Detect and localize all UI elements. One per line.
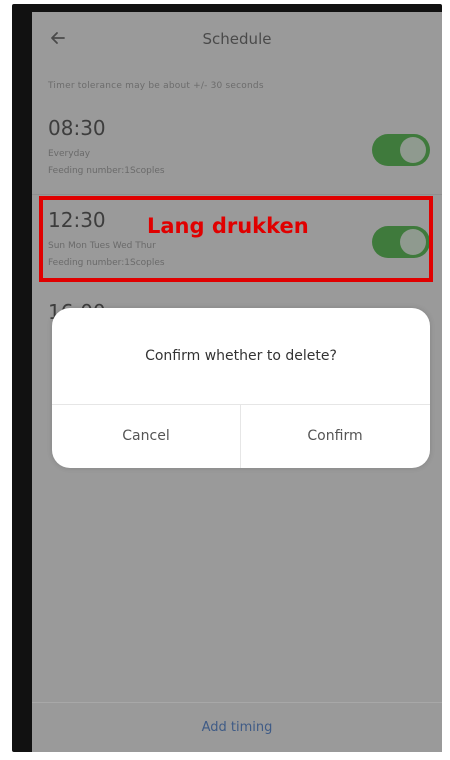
- confirm-button[interactable]: Confirm: [241, 404, 429, 468]
- dialog-message: Confirm whether to delete?: [145, 348, 337, 364]
- cancel-button[interactable]: Cancel: [52, 404, 240, 468]
- schedule-time: 08:30: [48, 116, 106, 140]
- tolerance-hint: Timer tolerance may be about +/- 30 seco…: [48, 81, 264, 91]
- long-press-annotation: Lang drukken: [147, 214, 309, 238]
- page-title: Schedule: [202, 30, 272, 48]
- add-timing-button[interactable]: Add timing: [32, 702, 442, 752]
- schedule-toggle[interactable]: [372, 134, 430, 166]
- schedule-days: Everyday: [48, 149, 91, 159]
- divider: [32, 194, 442, 195]
- long-press-highlight: [39, 196, 433, 282]
- toggle-knob: [400, 137, 426, 163]
- back-arrow-icon[interactable]: [46, 26, 70, 50]
- delete-confirm-dialog: Confirm whether to delete? Cancel Confir…: [52, 308, 430, 468]
- phone-frame: Schedule Timer tolerance may be about +/…: [12, 4, 442, 752]
- schedule-feeding: Feeding number:1Scoples: [48, 166, 165, 176]
- header: Schedule: [32, 12, 442, 66]
- schedule-item[interactable]: 08:30 Everyday Feeding number:1Scoples: [32, 104, 442, 194]
- app-screen: Schedule Timer tolerance may be about +/…: [32, 12, 442, 752]
